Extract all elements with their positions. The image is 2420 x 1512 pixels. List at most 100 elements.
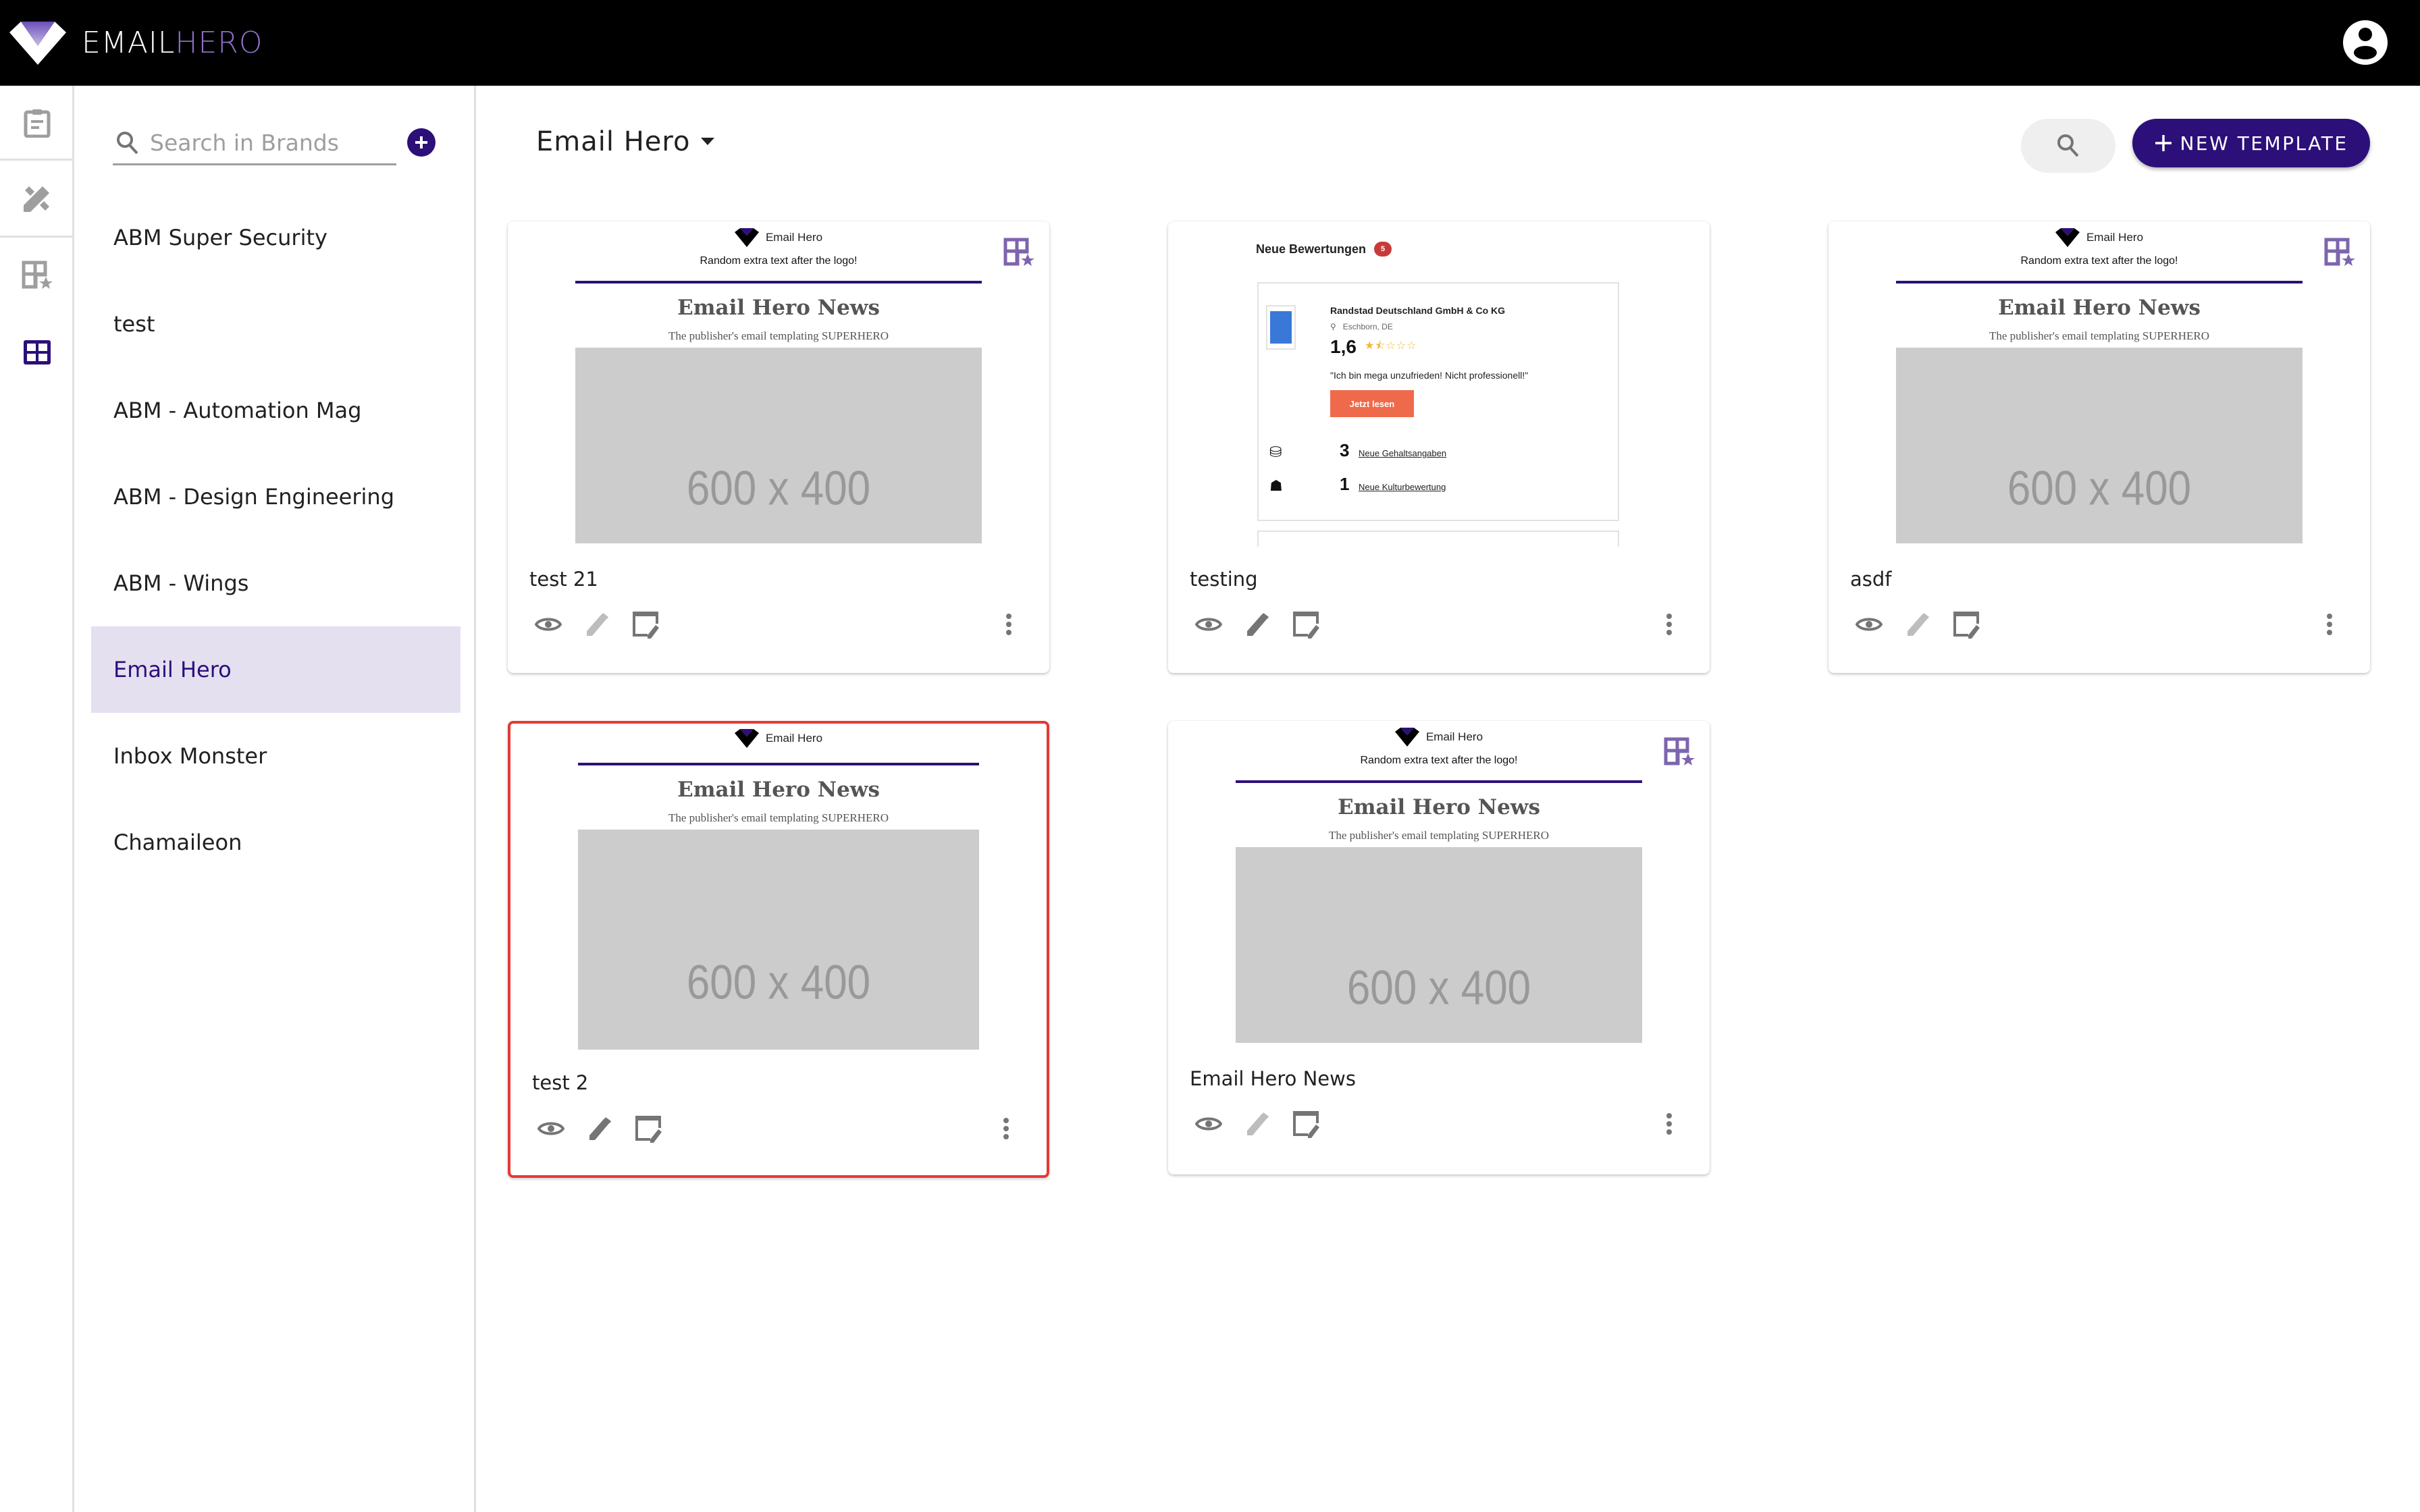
template-title: test 21 (529, 568, 598, 591)
preview-button[interactable] (1188, 1104, 1229, 1144)
brand-item[interactable]: ABM - Design Engineering (91, 454, 461, 540)
edit-window-icon (1293, 1111, 1319, 1138)
template-card[interactable]: Email Hero Random extra text after the l… (1829, 221, 2370, 673)
template-title: Email Hero News (1190, 1067, 1356, 1090)
more-options-button[interactable] (989, 604, 1029, 645)
more-options-button[interactable] (2309, 604, 2350, 645)
brand-item-active[interactable]: Email Hero (91, 626, 461, 713)
template-title: asdf (1850, 568, 1892, 591)
more-options-button[interactable] (1649, 604, 1689, 645)
email-hero-logo-icon (734, 729, 759, 748)
template-preview[interactable]: Email Hero Random extra text after the l… (1168, 721, 1710, 1052)
logo-text-hero: HERO (175, 26, 263, 60)
email-title: Email Hero News (677, 296, 880, 320)
eye-icon (535, 618, 562, 631)
review-heading: Neue Bewertungen 5 (1256, 242, 1392, 256)
template-preview[interactable]: Email Hero Random extra text after the l… (508, 221, 1049, 552)
design-tools-icon (24, 186, 49, 212)
rail-item-templates[interactable] (0, 315, 74, 389)
template-search-button[interactable] (2021, 119, 2115, 173)
review-count-badge: 5 (1374, 242, 1392, 256)
pencil-icon (589, 1117, 611, 1140)
stat-row: ⛁ 3 Neue Gehaltsangaben (1269, 440, 1446, 461)
template-card[interactable]: Email Hero Email Hero News The publisher… (508, 721, 1049, 1178)
app-logo-text: EMAILHERO (82, 26, 263, 60)
favorite-template-badge[interactable] (2324, 238, 2355, 270)
email-tagline: The publisher's email templating SUPERHE… (668, 329, 889, 342)
user-account-button[interactable] (2342, 19, 2389, 66)
brand-item[interactable]: ABM - Wings (91, 540, 461, 626)
brand-item[interactable]: Inbox Monster (91, 713, 461, 799)
account-circle-icon (2343, 20, 2388, 65)
preview-button[interactable] (528, 604, 569, 645)
email-logo-label: Email Hero (2086, 231, 2144, 244)
preview-button[interactable] (1188, 604, 1229, 645)
company-logo (1266, 305, 1296, 350)
brand-item[interactable]: ABM - Automation Mag (91, 367, 461, 454)
rail-item-favorite-templates[interactable] (0, 238, 74, 313)
stat-link[interactable]: Neue Gehaltsangaben (1359, 448, 1446, 458)
stat-link[interactable]: Neue Kulturbewertung (1359, 482, 1446, 492)
email-divider (578, 763, 979, 765)
brand-search-input[interactable] (150, 126, 386, 159)
email-title: Email Hero News (1998, 296, 2201, 320)
table-star-icon (1003, 238, 1034, 266)
more-vert-icon (1666, 1113, 1672, 1135)
email-divider (1896, 281, 2303, 284)
template-card[interactable]: Email Hero Random extra text after the l… (1168, 721, 1710, 1174)
pencil-icon (1247, 1112, 1269, 1135)
plus-icon (415, 136, 427, 148)
brand-list: ABM Super Security test ABM - Automation… (91, 194, 461, 886)
read-now-button[interactable]: Jetzt lesen (1330, 390, 1414, 417)
rail-item-clipboard[interactable] (0, 86, 74, 160)
edit-details-button[interactable] (628, 1108, 668, 1149)
email-tagline: The publisher's email templating SUPERHE… (1989, 329, 2210, 342)
more-options-button[interactable] (1649, 1104, 1689, 1144)
edit-button (577, 604, 617, 645)
top-app-bar: EMAILHERO (0, 0, 2420, 86)
template-preview[interactable]: Neue Bewertungen 5 Randstad Deutschland G… (1168, 221, 1710, 547)
stat-count: 1 (1340, 474, 1350, 494)
email-header: Email Hero Random extra text after the l… (508, 228, 1049, 267)
edit-details-button[interactable] (1286, 604, 1326, 645)
icon-rail (0, 86, 74, 1512)
brand-selector-dropdown[interactable]: Email Hero (536, 126, 715, 157)
edit-button[interactable] (579, 1108, 620, 1149)
template-card[interactable]: Neue Bewertungen 5 Randstad Deutschland G… (1168, 221, 1710, 673)
review-quote: "Ich bin mega unzufrieden! Nicht profess… (1330, 370, 1529, 381)
email-hero-logo-icon (734, 228, 759, 247)
template-preview[interactable]: Email Hero Email Hero News The publisher… (510, 724, 1047, 1075)
edit-button[interactable] (1237, 604, 1278, 645)
email-hero-logo-icon (9, 22, 66, 65)
edit-details-button[interactable] (625, 604, 666, 645)
more-vert-icon (1006, 614, 1011, 635)
favorite-template-badge[interactable] (1003, 238, 1034, 270)
brand-item[interactable]: ABM Super Security (91, 194, 461, 281)
pencil-icon (1247, 613, 1269, 636)
clipboard-icon (24, 109, 51, 138)
template-actions (1849, 604, 2350, 645)
pencil-icon (1908, 613, 1929, 636)
brand-search-field[interactable] (113, 121, 396, 165)
more-options-button[interactable] (986, 1108, 1026, 1149)
edit-details-button[interactable] (1946, 604, 1987, 645)
coins-icon: ⛁ (1269, 443, 1282, 460)
preview-button[interactable] (1849, 604, 1889, 645)
new-template-button[interactable]: NEW TEMPLATE (2132, 119, 2370, 167)
brand-item[interactable]: test (91, 281, 461, 367)
email-header: Email Hero Random extra text after the l… (1829, 228, 2370, 267)
image-placeholder: 600 x 400 (1236, 847, 1642, 1043)
stat-count: 3 (1340, 440, 1350, 460)
edit-details-button[interactable] (1286, 1104, 1326, 1144)
email-tagline: The publisher's email templating SUPERHE… (668, 811, 889, 824)
eye-icon (1195, 1117, 1222, 1131)
brand-item[interactable]: Chamaileon (91, 799, 461, 886)
table-star-icon (22, 261, 53, 289)
preview-button[interactable] (531, 1108, 571, 1149)
favorite-template-badge[interactable] (1664, 737, 1695, 770)
template-preview[interactable]: Email Hero Random extra text after the l… (1829, 221, 2370, 552)
rail-item-design-tools[interactable] (0, 161, 74, 236)
rating-stars: ★⯪☆☆☆ (1364, 338, 1417, 352)
add-brand-button[interactable] (407, 128, 436, 157)
template-card[interactable]: Email Hero Random extra text after the l… (508, 221, 1049, 673)
